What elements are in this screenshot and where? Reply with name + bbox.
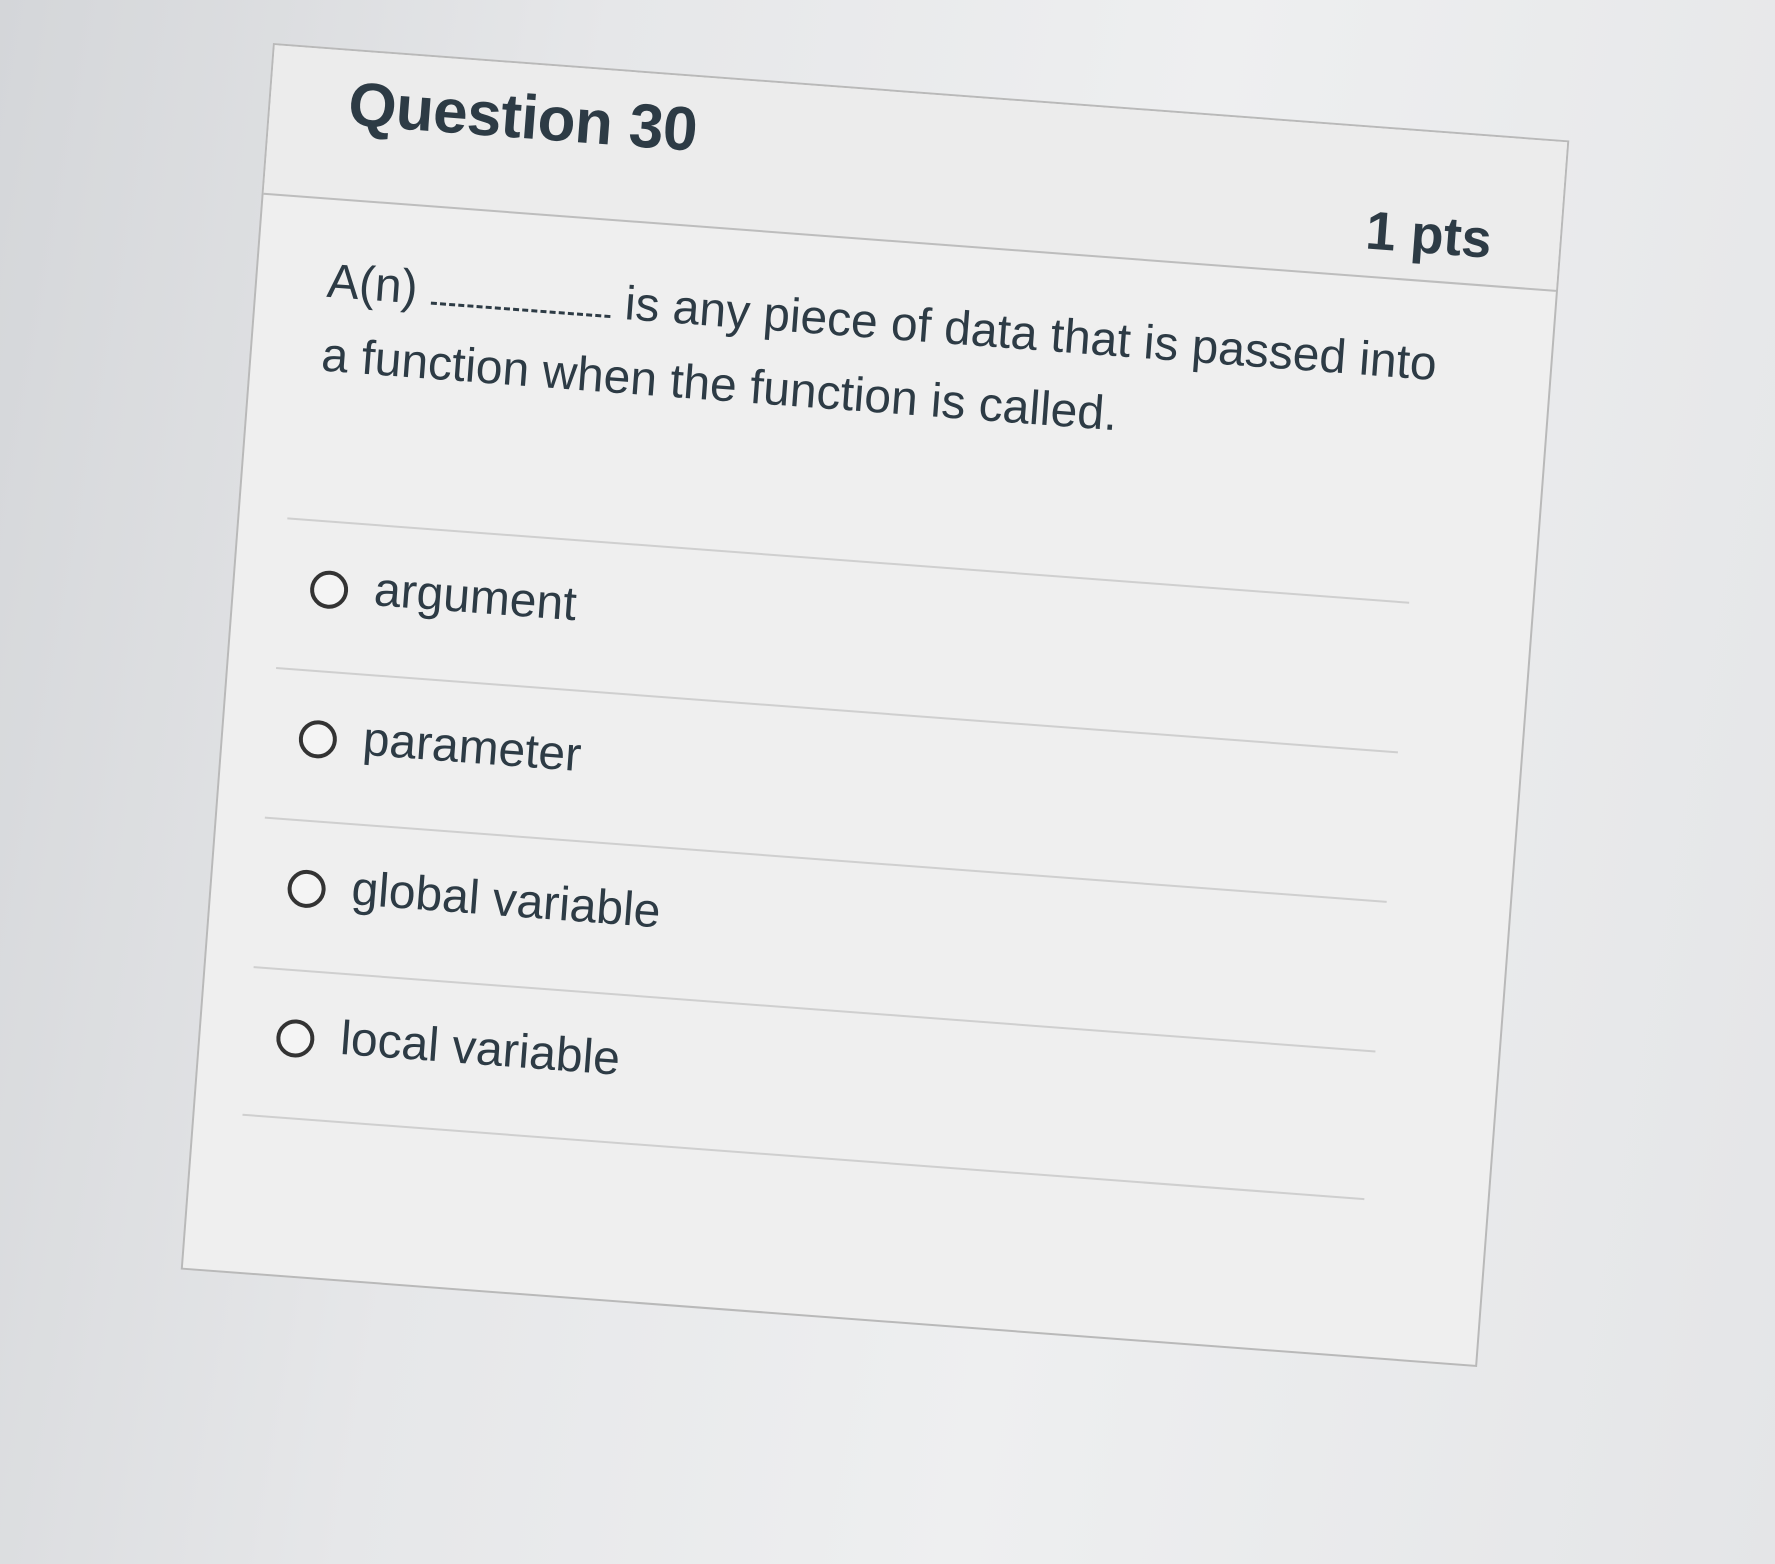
- answer-label[interactable]: global variable: [350, 861, 663, 939]
- radio-button[interactable]: [286, 868, 327, 910]
- question-card: Question 30 1 pts A(n) is any piece of da…: [180, 42, 1570, 1368]
- answer-list: argument parameter global variable local…: [242, 517, 1410, 1201]
- screen: Question 30 1 pts A(n) is any piece of da…: [0, 0, 1775, 1564]
- question-text-prefix: A(n): [325, 254, 420, 315]
- radio-button[interactable]: [297, 718, 339, 760]
- radio-button[interactable]: [308, 569, 350, 611]
- fill-in-blank: [430, 271, 613, 319]
- answer-label[interactable]: parameter: [361, 712, 583, 783]
- question-text: A(n) is any piece of data that is passed …: [319, 245, 1447, 477]
- answer-label[interactable]: argument: [372, 562, 578, 632]
- question-points: 1 pts: [1363, 200, 1494, 270]
- radio-button[interactable]: [274, 1018, 316, 1059]
- question-title: Question 30: [345, 69, 700, 165]
- answer-label[interactable]: local variable: [338, 1011, 622, 1087]
